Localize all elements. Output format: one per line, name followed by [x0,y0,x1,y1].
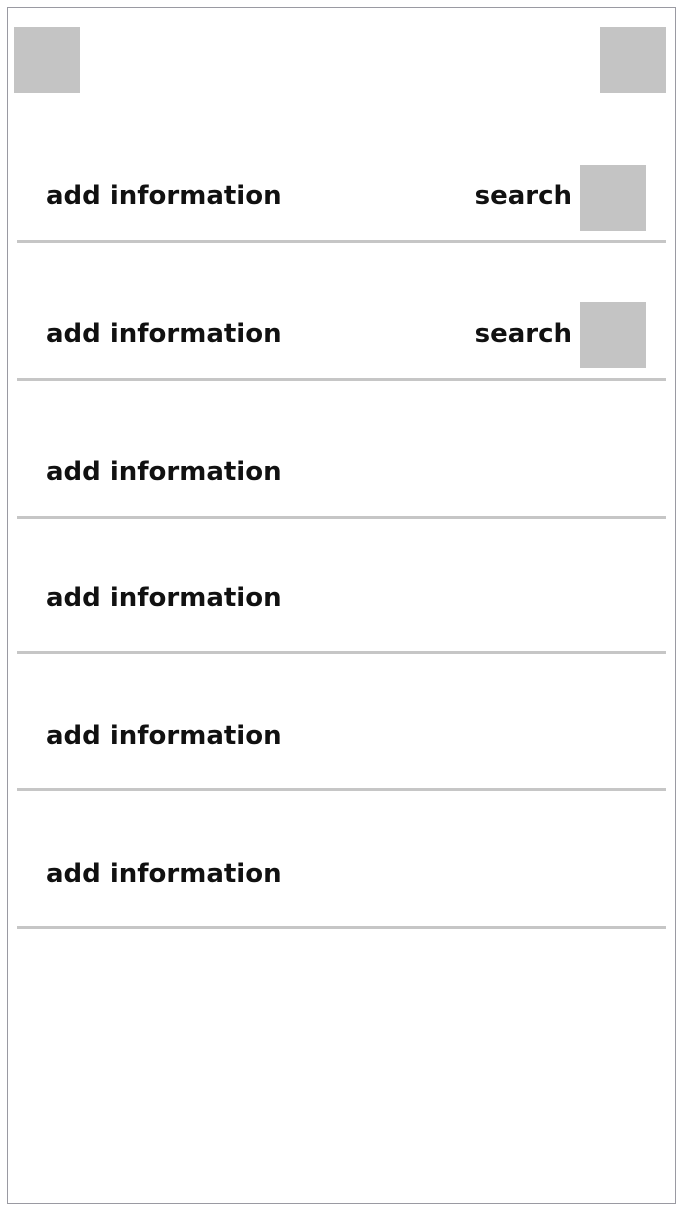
list-item-1[interactable]: add information search [17,150,666,243]
list-item-2[interactable]: add information search [17,243,666,381]
list-item-4[interactable]: add information [17,519,666,654]
row-label: add information [46,859,282,889]
header-left-button[interactable] [14,27,80,93]
search-icon[interactable] [580,165,646,231]
list-item-5[interactable]: add information [17,654,666,791]
header-right-button[interactable] [600,27,666,93]
list-item-6[interactable]: add information [17,791,666,929]
row-label: add information [46,457,282,487]
search-button-label[interactable]: search [475,181,572,211]
search-button-label[interactable]: search [475,319,572,349]
row-label: add information [46,721,282,751]
list-item-3[interactable]: add information [17,381,666,519]
search-icon[interactable] [580,302,646,368]
row-label: add information [46,583,282,613]
row-label: add information [46,181,282,211]
row-label: add information [46,319,282,349]
